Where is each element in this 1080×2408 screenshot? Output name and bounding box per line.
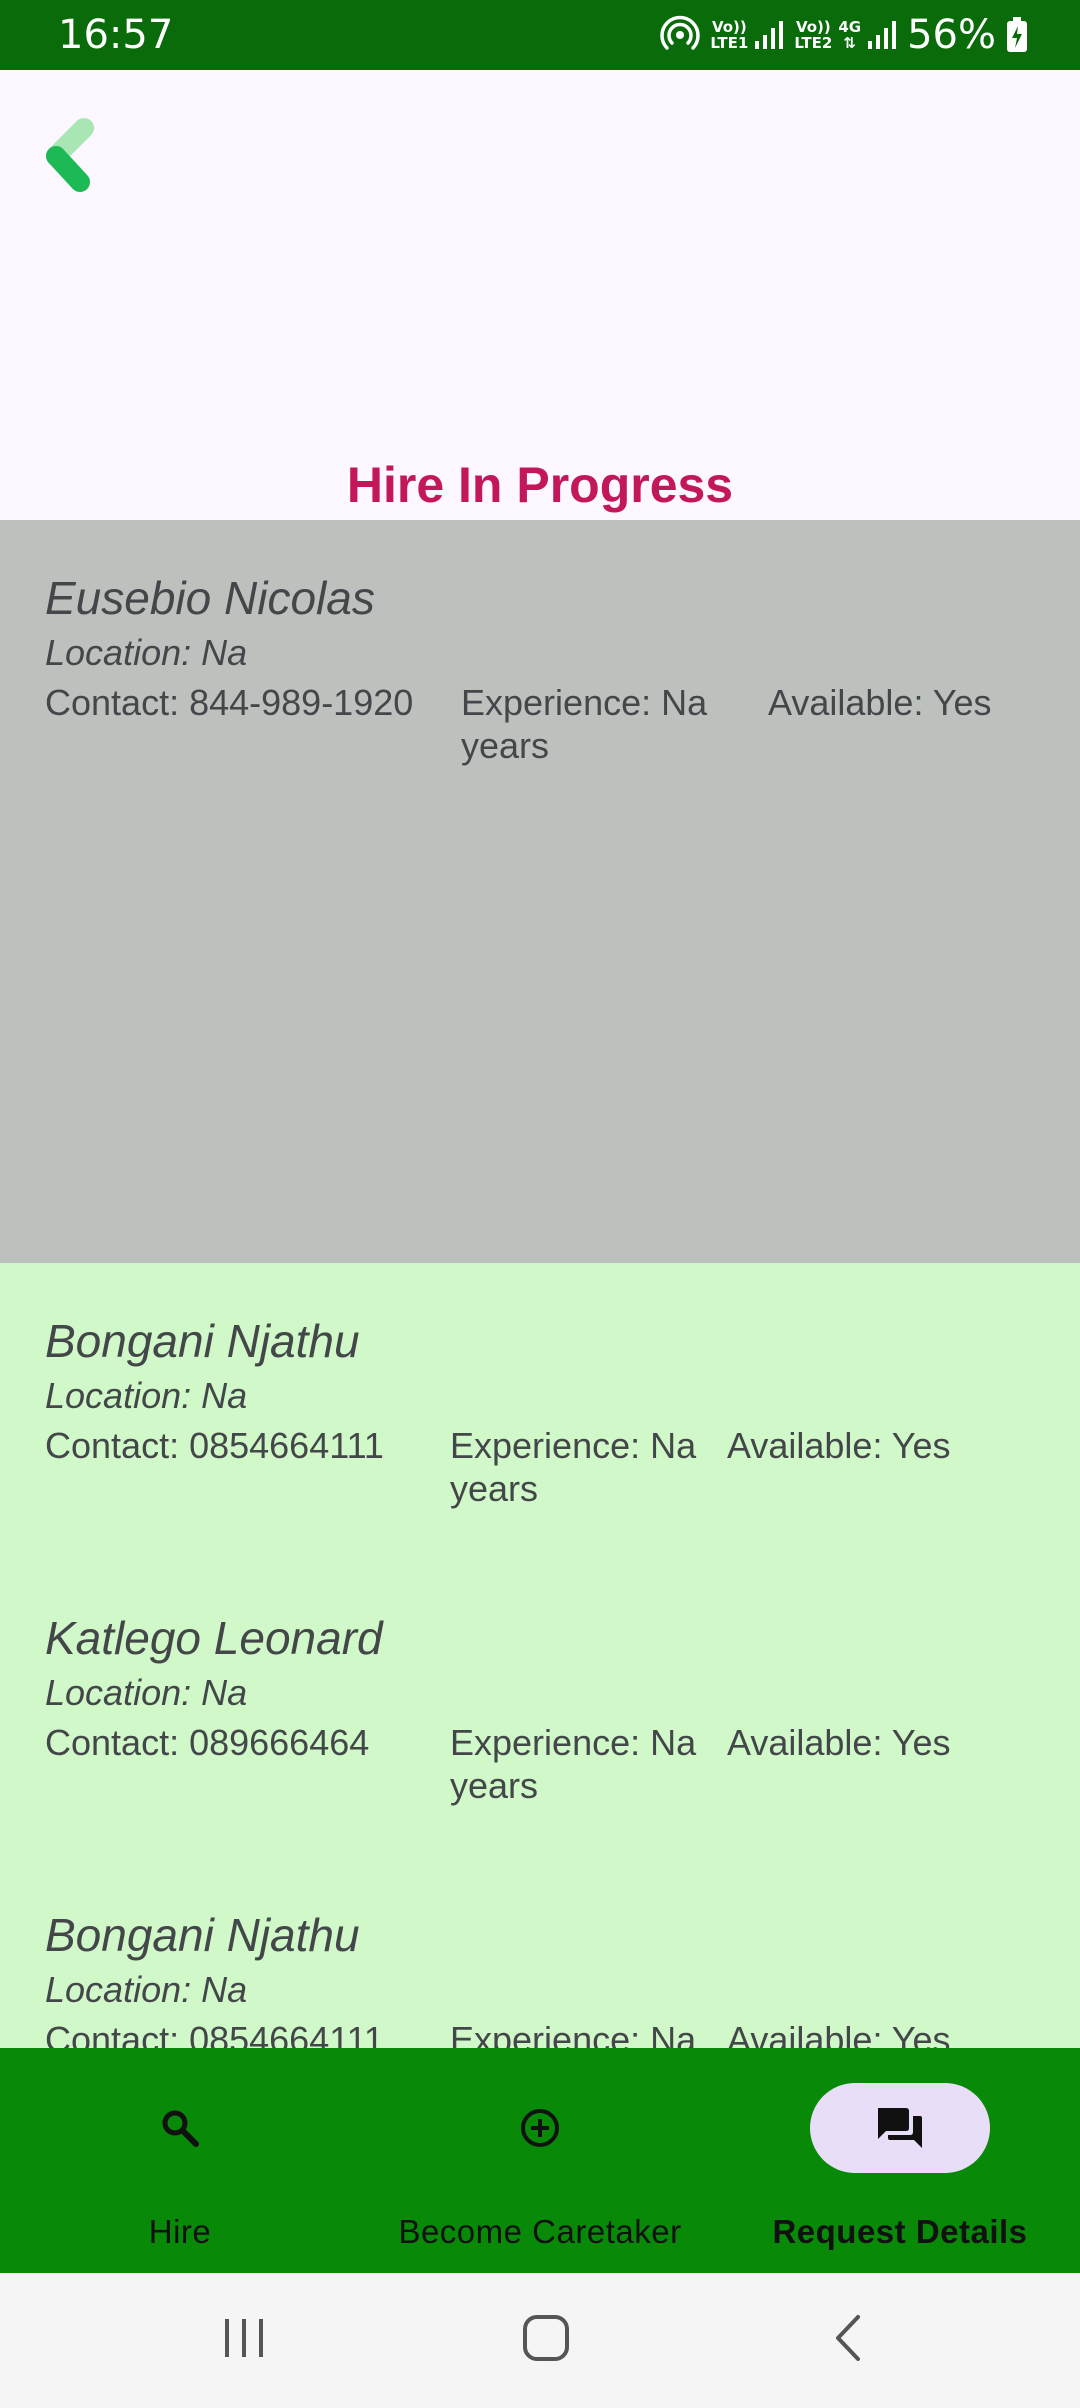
caretaker-location: Location: Na [45, 1969, 248, 2010]
selected-caretaker-card[interactable]: Eusebio Nicolas Location: Na Contact: 84… [0, 520, 1080, 1263]
status-icons: Vo)) LTE1 Vo)) LTE2 4G ⇅ 56% [660, 10, 1028, 60]
add-circle-icon [521, 2109, 559, 2147]
nav-request-details[interactable]: Request Details [720, 2048, 1080, 2273]
nav-request-details-active-pill [810, 2083, 990, 2173]
caretaker-experience: Experience: Na [450, 2019, 697, 2048]
list-item[interactable]: Bongani Njathu Location: Na Contact: 085… [0, 1857, 1080, 2048]
caretaker-location: Location: Na [45, 632, 248, 673]
caretaker-experience: Experience: Na years [450, 1425, 697, 1509]
sim1-volte-label: Vo)) [711, 18, 747, 36]
nav-hire[interactable]: Hire [0, 2048, 360, 2273]
battery-percent: 56% [907, 12, 996, 58]
sim2-signal: Vo)) LTE2 4G ⇅ [794, 19, 897, 51]
hotspot-icon [660, 15, 701, 50]
data-arrows-icon: ⇅ [843, 34, 856, 52]
caretaker-name: Eusebio Nicolas [45, 572, 375, 624]
nav-hire-icon-container [90, 2083, 270, 2173]
caretaker-experience: Experience: Na years [461, 682, 708, 766]
page-title: Hire In Progress [346, 457, 734, 513]
caretaker-availability: Available: Yes [727, 1425, 951, 1466]
back-button[interactable] [36, 110, 106, 200]
recent-apps-icon [225, 2319, 263, 2357]
screen: 16:57 Vo)) LTE1 Vo)) LTE2 4G ⇅ 56% Hire … [0, 0, 1080, 2408]
caretaker-contact: Contact: 844-989-1920 [45, 682, 414, 723]
caretaker-availability: Available: Yes [727, 2019, 951, 2048]
caretaker-availability: Available: Yes [727, 1722, 951, 1763]
recent-apps-button[interactable] [184, 2293, 304, 2383]
sim2-volte-label: Vo)) [795, 18, 831, 36]
signal-bars-icon [868, 21, 897, 49]
sim1-lte-label: LTE1 [710, 34, 749, 52]
caretaker-name: Katlego Leonard [45, 1612, 383, 1664]
nav-become-caretaker-icon-container [450, 2083, 630, 2173]
home-button[interactable] [486, 2293, 606, 2383]
caretaker-name: Bongani Njathu [45, 1315, 360, 1367]
signal-bars-icon [755, 21, 784, 49]
sim1-signal: Vo)) LTE1 [710, 19, 784, 51]
nav-request-details-label: Request Details [772, 2213, 1028, 2250]
caretaker-experience: Experience: Na years [450, 1722, 697, 1806]
nav-hire-label: Hire [148, 2213, 212, 2250]
caretaker-name: Bongani Njathu [45, 1909, 360, 1961]
status-time: 16:57 [58, 12, 174, 58]
chat-icon [878, 2108, 922, 2148]
caretaker-contact: Contact: 089666464 [45, 1722, 370, 1763]
list-item[interactable]: Katlego Leonard Location: Na Contact: 08… [0, 1560, 1080, 1857]
home-icon [523, 2315, 569, 2361]
status-bar: 16:57 Vo)) LTE1 Vo)) LTE2 4G ⇅ 56% [0, 0, 1080, 70]
caretaker-location: Location: Na [45, 1375, 248, 1416]
system-navigation-bar [0, 2273, 1080, 2408]
nav-become-caretaker[interactable]: Become Caretaker [360, 2048, 720, 2273]
caretaker-contact: Contact: 0854664111 [45, 2019, 384, 2048]
system-back-button[interactable] [788, 2293, 908, 2383]
caretaker-location: Location: Na [45, 1672, 248, 1713]
list-item[interactable]: Bongani Njathu Location: Na Contact: 085… [0, 1263, 1080, 1560]
search-icon [162, 2110, 199, 2147]
caretaker-contact: Contact: 0854664111 [45, 1425, 384, 1466]
back-icon [836, 2315, 860, 2361]
nav-become-caretaker-label: Become Caretaker [398, 2213, 682, 2250]
chevron-left-icon [46, 118, 94, 192]
sim2-lte-label: LTE2 [794, 34, 833, 52]
caretaker-list: Bongani Njathu Location: Na Contact: 085… [0, 1263, 1080, 2048]
bottom-navigation: Hire Become Caretaker Request Details [0, 2048, 1080, 2273]
caretaker-availability: Available: Yes [768, 682, 992, 723]
battery-charging-icon [1007, 17, 1027, 52]
network-type-label: 4G [838, 18, 862, 36]
